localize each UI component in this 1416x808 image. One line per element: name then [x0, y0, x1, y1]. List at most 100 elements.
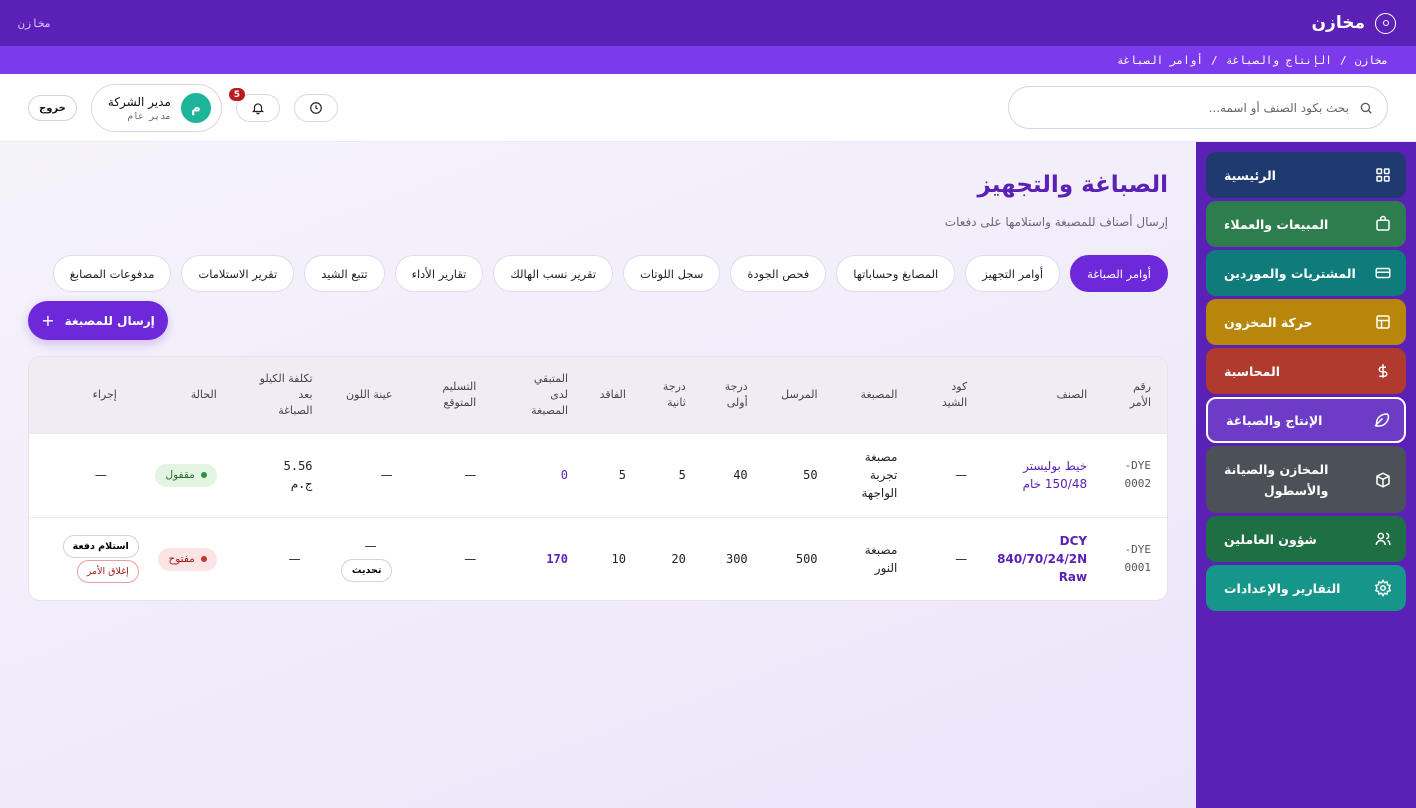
order-no: DYE- 0001 — [1124, 543, 1152, 575]
tab-quality-check[interactable]: فحص الجودة — [730, 255, 827, 292]
plus-icon: + — [41, 311, 55, 330]
col-grade2: درجة ثانية — [662, 379, 686, 409]
tab-performance[interactable]: تقارير الأداء — [394, 255, 484, 292]
tab-shade-tracking[interactable]: تتبع الشيد — [304, 255, 385, 292]
notifications-button[interactable]: 5 — [228, 88, 280, 122]
item-name[interactable]: DCY 840/70/24/2N Raw — [975, 517, 1095, 600]
bell-icon — [251, 103, 264, 115]
send-to-dyehouse-button[interactable]: إرسال للمصبغة + — [28, 301, 168, 340]
sidebar-item-inventory[interactable]: حركة المخزون — [1206, 299, 1406, 345]
tab-lot-log[interactable]: سجل اللوتات — [623, 255, 721, 292]
grade1-qty: 40 — [733, 468, 748, 482]
brand[interactable]: مخازن — [1311, 12, 1396, 34]
tab-dyehouses[interactable]: المصابغ وحساباتها — [836, 255, 956, 292]
tab-receipts-report[interactable]: تقرير الاستلامات — [181, 255, 295, 292]
expected-delivery: — — [464, 468, 477, 482]
search-box[interactable] — [1008, 86, 1388, 129]
topbar-app-label: مخازن — [18, 16, 52, 30]
history-button[interactable] — [293, 94, 338, 122]
user-profile[interactable]: م مدير الشركة مدير عام — [90, 84, 222, 132]
box-icon — [1376, 471, 1390, 488]
color-sample: — تحديث — [321, 517, 401, 600]
grade1-qty: 300 — [725, 552, 748, 567]
search-icon — [1360, 102, 1372, 114]
update-color-button[interactable]: تحديث — [340, 558, 393, 582]
sidebar-item-warehouses[interactable]: المخازن والصيانة والأسطول — [1206, 446, 1406, 513]
top-bar: مخازن مخازن — [0, 0, 1416, 46]
sidebar-item-label: حركة المخزون — [1224, 314, 1313, 330]
breadcrumb-item[interactable]: الإنتاج والصباغة — [1226, 54, 1332, 67]
grade2-qty: 20 — [671, 552, 686, 567]
gear-icon — [1374, 579, 1392, 597]
sidebar-item-label: المشتريات والموردين — [1224, 265, 1356, 281]
main-content: الصباغة والتجهيز إرسال أصناف للمصبغة واس… — [0, 142, 1196, 808]
tab-finishing-orders[interactable]: أوامر التجهيز — [965, 255, 1061, 292]
sidebar-item-label: الرئيسية — [1224, 167, 1276, 183]
sidebar-item-purchases[interactable]: المشتريات والموردين — [1206, 250, 1406, 296]
shade-code: — — [955, 468, 968, 482]
page-title: الصباغة والتجهيز — [977, 172, 1168, 198]
col-remaining: المتبقي لدى المصبغة — [531, 371, 569, 417]
bag-icon — [1376, 215, 1390, 231]
col-color-sample: عينة اللون — [346, 387, 393, 401]
sidebar-item-sales[interactable]: المبيعات والعملاء — [1206, 201, 1406, 247]
grid-icon — [1376, 168, 1390, 182]
breadcrumb-item[interactable]: مخازن — [1355, 54, 1388, 67]
receive-batch-button[interactable]: استلام دفعة — [62, 535, 139, 559]
notification-badge: 5 — [228, 88, 245, 101]
tab-waste-report[interactable]: تقرير نسب الهالك — [493, 255, 614, 292]
sidebar-item-label: المحاسبة — [1224, 363, 1281, 379]
status-badge: مقفول — [155, 463, 217, 487]
action-cell: — — [94, 468, 107, 482]
dyehouse: مصبغة النور — [864, 543, 898, 576]
col-lost: الفاقد — [599, 387, 626, 401]
logout-button[interactable]: خروج — [28, 95, 77, 121]
sidebar-item-production[interactable]: الإنتاج والصباغة — [1206, 397, 1406, 443]
table-row[interactable]: DYE- 0001 DCY 840/70/24/2N Raw — مصبغة النور… — [29, 517, 1167, 600]
feather-icon — [1374, 413, 1390, 427]
item-name[interactable]: خيط بوليستر 150/48 خام — [975, 433, 1095, 517]
clock-icon — [309, 102, 322, 114]
action-cell: استلام دفعة إغلاق الأمر — [29, 517, 147, 600]
col-shade-code: كود الشيد — [941, 379, 968, 409]
sidebar-item-settings[interactable]: التقارير والإعدادات — [1206, 565, 1406, 611]
cost-per-kilo: 5.56 ج.م — [283, 459, 313, 491]
search-input[interactable] — [1023, 100, 1349, 115]
app-name: مخازن — [1311, 13, 1365, 33]
tab-dyehouse-payments[interactable]: مدفوعات المصابغ — [52, 255, 172, 292]
col-dyehouse: المصبغة — [860, 387, 898, 401]
sidebar-item-label: المبيعات والعملاء — [1224, 216, 1329, 232]
sidebar-item-label: شؤون العاملين — [1224, 531, 1317, 547]
close-order-button[interactable]: إغلاق الأمر — [76, 560, 139, 584]
sidebar-item-label: الإنتاج والصباغة — [1226, 412, 1323, 428]
lost-qty: 10 — [611, 552, 626, 567]
col-cost: تكلفة الكيلو بعد الصباغة — [259, 371, 313, 417]
header: خروج م مدير الشركة مدير عام 5 — [0, 74, 1416, 142]
avatar: م — [180, 93, 211, 123]
tab-bar: أوامر الصباغة أوامر التجهيز المصابغ وحسا… — [28, 255, 1168, 292]
col-sent: المرسل — [781, 387, 818, 401]
col-grade1: درجة أولى — [724, 379, 748, 409]
sent-qty: 50 — [803, 468, 818, 482]
user-role: مدير عام — [127, 111, 171, 122]
dyehouse: مصبغة تجربة الواجهة — [861, 450, 898, 500]
card-icon — [1375, 267, 1391, 279]
sent-qty: 500 — [795, 552, 818, 567]
breadcrumb-item: أوامر الصباغة — [1116, 53, 1204, 67]
color-sample: — — [380, 468, 393, 482]
dye-orders-table: رقم الأمر الصنف كود الشيد المصبغة المرسل د… — [28, 356, 1168, 601]
sidebar-item-home[interactable]: الرئيسية — [1206, 152, 1406, 198]
tab-dye-orders[interactable]: أوامر الصباغة — [1070, 255, 1168, 292]
user-name: مدير الشركة — [107, 94, 171, 109]
status-badge: مفتوح — [158, 547, 217, 571]
sidebar-item-accounting[interactable]: المحاسبة — [1206, 348, 1406, 394]
sidebar-item-hr[interactable]: شؤون العاملين — [1206, 516, 1406, 562]
breadcrumb: مخازن / الإنتاج والصباغة / أوامر الصباغة — [0, 46, 1416, 74]
dollar-icon — [1378, 364, 1388, 378]
table-header-row: رقم الأمر الصنف كود الشيد المصبغة المرسل د… — [29, 357, 1167, 433]
table-row[interactable]: DYE- 0002 خيط بوليستر 150/48 خام — مصبغة تج… — [29, 433, 1167, 517]
col-item: الصنف — [1056, 387, 1088, 401]
grade2-qty: 5 — [678, 468, 686, 482]
remaining-qty: 170 — [546, 552, 569, 567]
cost-per-kilo: — — [288, 552, 301, 567]
